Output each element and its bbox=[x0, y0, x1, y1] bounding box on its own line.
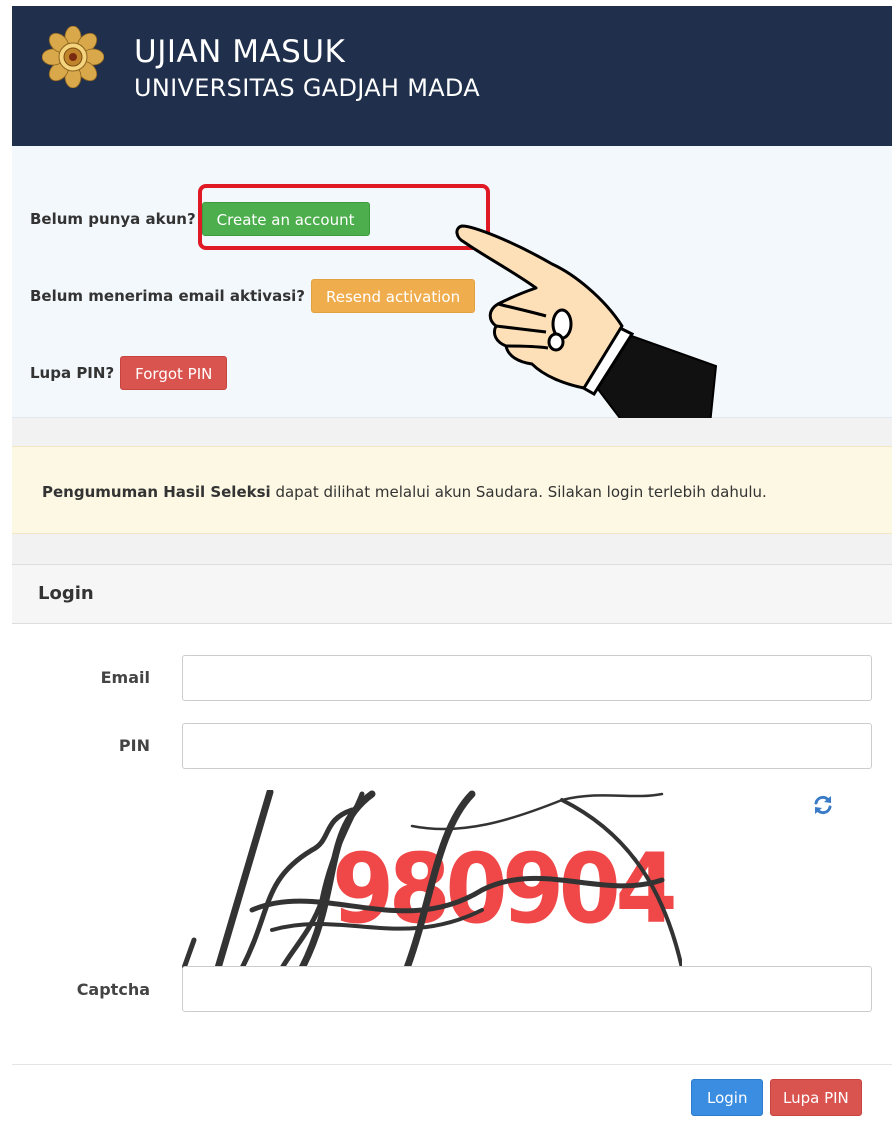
email-label: Email bbox=[100, 668, 150, 687]
captcha-label: Captcha bbox=[76, 980, 150, 999]
login-panel-header: Login bbox=[12, 564, 892, 624]
login-button[interactable]: Login bbox=[691, 1079, 764, 1116]
login-title: Login bbox=[38, 583, 94, 604]
pin-label: PIN bbox=[118, 736, 150, 755]
spacer bbox=[12, 418, 892, 446]
forgot-pin-label: Lupa PIN? bbox=[30, 364, 115, 382]
announcement-notice: Pengumuman Hasil Seleksi dapat dilihat m… bbox=[12, 446, 892, 534]
header-subtitle: UNIVERSITAS GADJAH MADA bbox=[134, 74, 480, 102]
spacer bbox=[12, 534, 892, 564]
resend-activation-button[interactable]: Resend activation bbox=[310, 279, 476, 313]
pin-input[interactable] bbox=[182, 723, 872, 769]
divider bbox=[12, 1064, 892, 1065]
announcement-text: Pengumuman Hasil Seleksi dapat dilihat m… bbox=[42, 483, 767, 501]
header-title: UJIAN MASUK bbox=[134, 34, 346, 70]
resend-activation-row: Belum menerima email aktivasi? Resend ac… bbox=[30, 279, 476, 313]
announcement-body: dapat dilihat melalui akun Saudara. Sila… bbox=[270, 483, 767, 501]
refresh-icon[interactable] bbox=[812, 794, 834, 816]
captcha-input[interactable] bbox=[182, 966, 872, 1012]
email-input[interactable] bbox=[182, 655, 872, 701]
captcha-image: 980904 bbox=[182, 790, 682, 968]
lupa-pin-button[interactable]: Lupa PIN bbox=[770, 1079, 862, 1116]
ugm-seal-icon bbox=[42, 26, 104, 88]
resend-activation-label: Belum menerima email aktivasi? bbox=[30, 287, 305, 305]
site-header: UJIAN MASUK UNIVERSITAS GADJAH MADA bbox=[12, 6, 892, 146]
forgot-pin-row: Lupa PIN? Forgot PIN bbox=[30, 356, 228, 390]
forgot-pin-button[interactable]: Forgot PIN bbox=[120, 356, 228, 390]
create-account-label: Belum punya akun? bbox=[30, 210, 196, 228]
announcement-bold: Pengumuman Hasil Seleksi bbox=[42, 483, 271, 501]
highlight-annotation bbox=[198, 184, 490, 250]
pointing-hand-icon bbox=[455, 224, 718, 435]
